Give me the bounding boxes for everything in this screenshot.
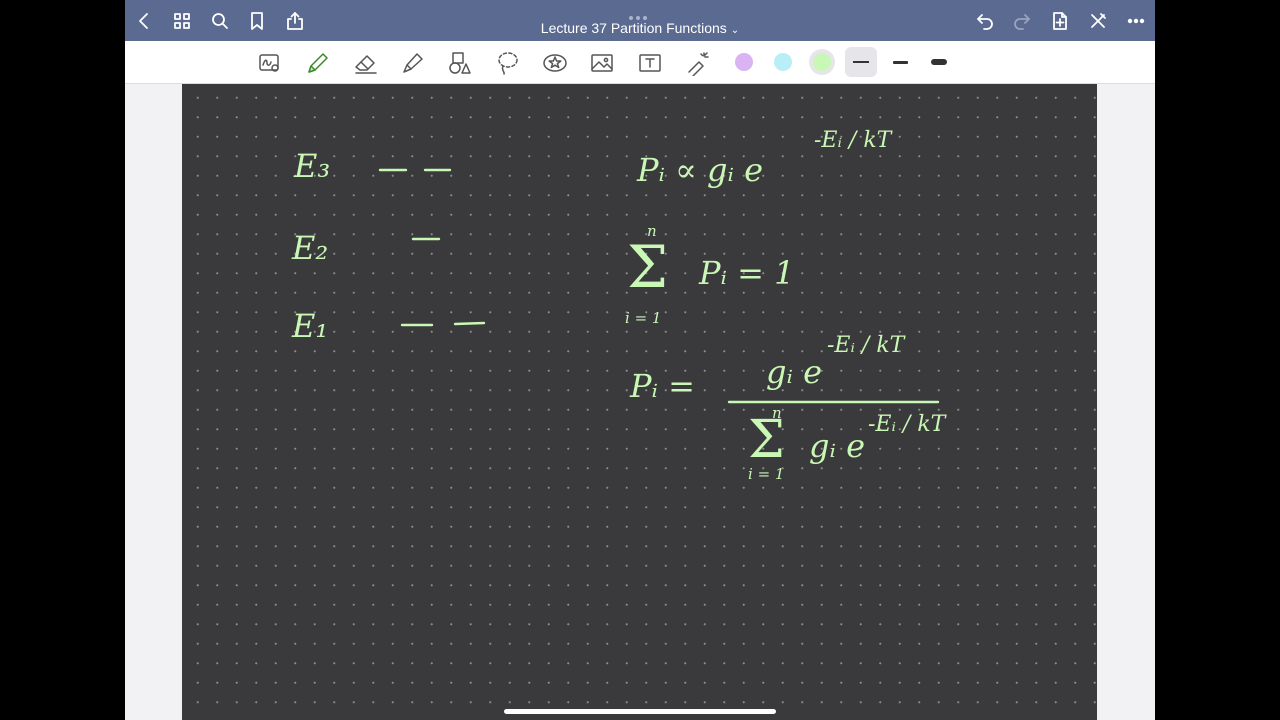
lasso-icon[interactable] bbox=[493, 49, 523, 77]
home-indicator[interactable] bbox=[504, 709, 776, 714]
drawing-toolbar bbox=[125, 41, 1155, 84]
denominator-sum-symbol: Σ bbox=[748, 410, 785, 470]
stroke-width-thick[interactable] bbox=[923, 47, 955, 77]
level-label-e3: E₃ bbox=[294, 147, 331, 185]
text-box-icon[interactable] bbox=[635, 49, 665, 77]
notes-app: Lecture 37 Partition Functions ⌄ E₃ E₂ E… bbox=[125, 0, 1155, 720]
undo-icon[interactable] bbox=[970, 6, 1000, 36]
handwriting-to-text-icon[interactable] bbox=[255, 49, 285, 77]
normalization-expression: Pᵢ = 1 bbox=[699, 254, 795, 292]
sum-symbol: Σ bbox=[627, 233, 669, 301]
document-title-text: Lecture 37 Partition Functions bbox=[540, 20, 727, 36]
eraser-icon[interactable] bbox=[351, 49, 381, 77]
stroke-width-thin[interactable] bbox=[845, 47, 877, 77]
proportionality-exponent: -Eᵢ / kT bbox=[814, 128, 892, 153]
level-label-e1: E₁ bbox=[292, 307, 329, 345]
color-swatch-purple[interactable] bbox=[735, 53, 753, 71]
shapes-icon[interactable] bbox=[445, 49, 475, 77]
denominator-sum-lower-limit: i = 1 bbox=[748, 465, 785, 483]
laser-pointer-icon[interactable] bbox=[683, 49, 713, 77]
chevron-down-icon: ⌄ bbox=[730, 25, 740, 36]
color-swatch-green[interactable] bbox=[813, 53, 831, 71]
multitasking-grip[interactable] bbox=[629, 7, 651, 20]
highlighter-icon[interactable] bbox=[398, 49, 428, 77]
color-swatch-cyan[interactable] bbox=[774, 53, 792, 71]
stroke-width-medium[interactable] bbox=[884, 47, 916, 77]
fraction-denominator: gᵢ e bbox=[809, 427, 866, 465]
more-icon[interactable] bbox=[1121, 6, 1151, 36]
image-icon[interactable] bbox=[587, 49, 617, 77]
fraction-numerator-exponent: -Eᵢ / kT bbox=[827, 333, 905, 358]
document-title[interactable]: Lecture 37 Partition Functions ⌄ bbox=[125, 20, 1155, 36]
level-e1-line-2 bbox=[453, 321, 486, 326]
fraction-numerator: gᵢ e bbox=[766, 353, 823, 391]
note-page-canvas[interactable]: E₃ E₂ E₁ Pᵢ ∝ gᵢ e -Eᵢ / kT n Σ i = 1 Pᵢ… bbox=[182, 84, 1097, 720]
title-bar: Lecture 37 Partition Functions ⌄ bbox=[125, 0, 1155, 41]
proportionality-expression: Pᵢ ∝ gᵢ e bbox=[637, 151, 763, 189]
sticker-icon[interactable] bbox=[540, 49, 570, 77]
sum-lower-limit: i = 1 bbox=[625, 309, 662, 327]
pen-icon[interactable] bbox=[303, 49, 333, 77]
level-label-e2: E₂ bbox=[292, 229, 329, 267]
redo-icon[interactable] bbox=[1007, 6, 1037, 36]
add-page-icon[interactable] bbox=[1045, 6, 1075, 36]
probability-lhs: Pᵢ = bbox=[630, 367, 695, 405]
fraction-denominator-exponent: -Eᵢ / kT bbox=[868, 412, 946, 437]
close-pen-icon[interactable] bbox=[1083, 6, 1113, 36]
